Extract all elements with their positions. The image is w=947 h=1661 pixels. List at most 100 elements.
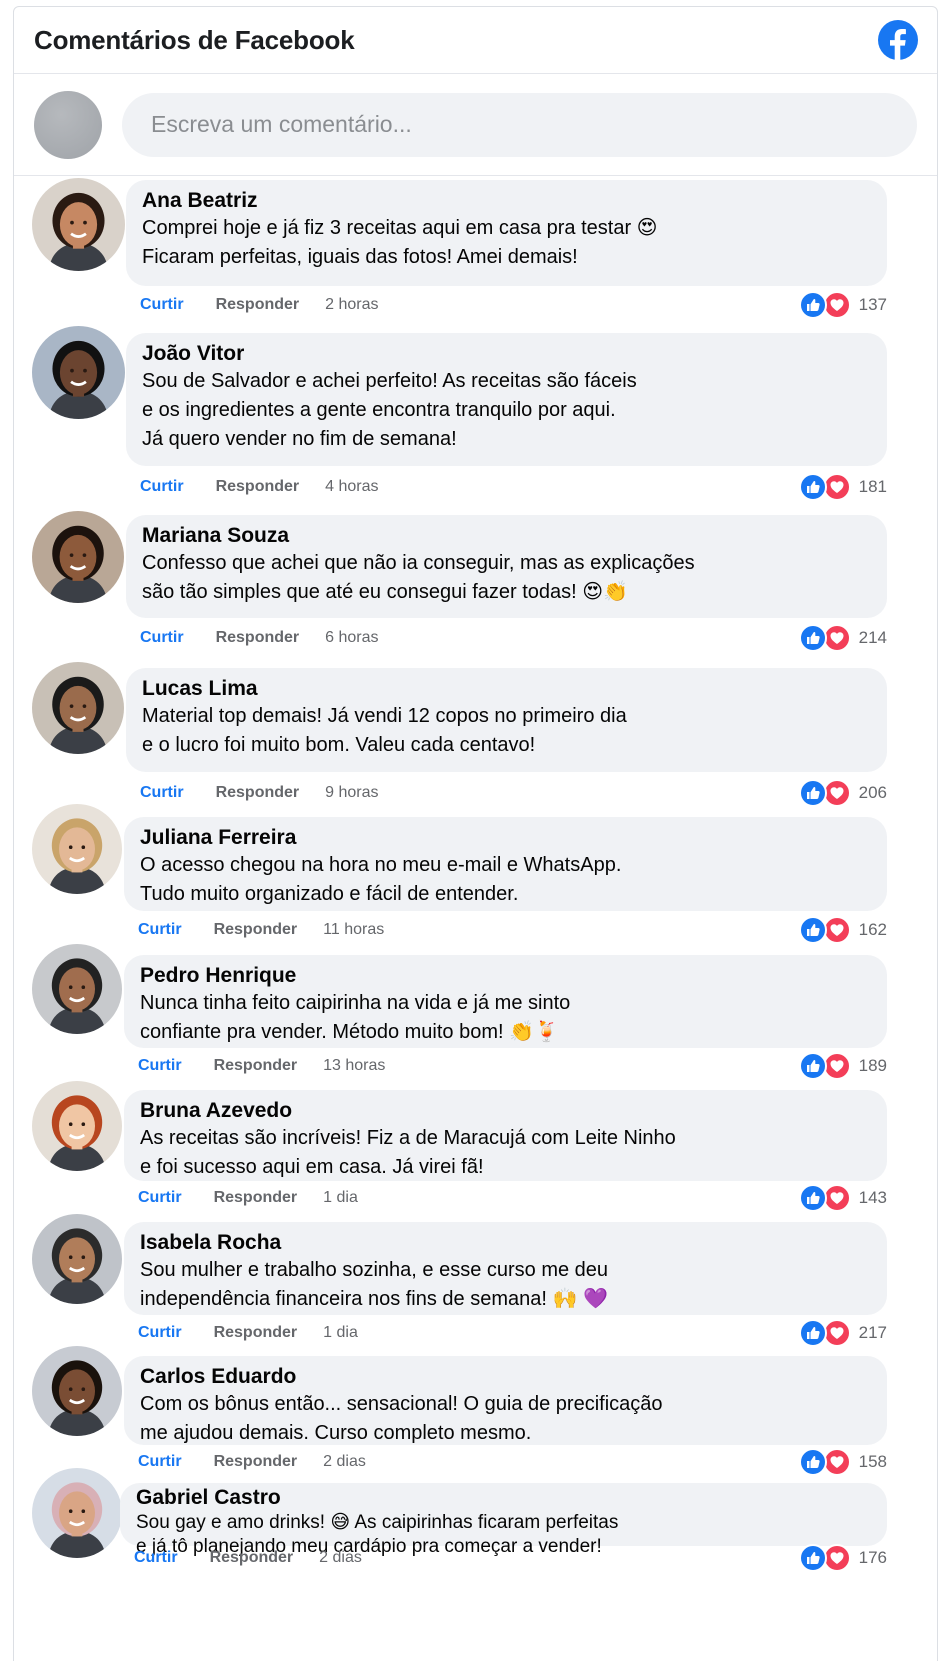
comment-actions: Curtir Responder 11 horas 162 [138, 916, 887, 944]
commenter-avatar[interactable] [32, 662, 124, 754]
reply-button[interactable]: Responder [216, 629, 300, 647]
heart-reaction-icon [822, 1544, 851, 1572]
composer-avatar [34, 90, 102, 159]
reaction-count: 143 [858, 1188, 887, 1207]
reactions-summary[interactable]: 217 [798, 1319, 887, 1347]
reply-button[interactable]: Responder [214, 1453, 298, 1471]
reply-button[interactable]: Responder [216, 478, 300, 496]
commenter-avatar[interactable] [32, 1081, 122, 1171]
comment-author[interactable]: Gabriel Castro [136, 1485, 871, 1511]
comment-author[interactable]: Mariana Souza [142, 523, 871, 549]
comment-actions: Curtir Responder 2 dias 158 [138, 1448, 887, 1476]
comment-text: Material top demais! Já vendi 12 copos n… [142, 705, 627, 756]
commenter-avatar[interactable] [32, 511, 124, 603]
comment-input[interactable]: Escreva um comentário... [122, 92, 917, 157]
like-button[interactable]: Curtir [138, 1324, 182, 1342]
like-reaction-icon [798, 291, 827, 319]
like-button[interactable]: Curtir [140, 784, 184, 802]
heart-reaction-icon [822, 1448, 851, 1476]
reply-button[interactable]: Responder [216, 296, 300, 314]
comment-actions: Curtir Responder 1 dia 217 [138, 1319, 887, 1347]
comment-timestamp: 2 dias [319, 1549, 362, 1566]
commenter-avatar[interactable] [32, 804, 122, 894]
heart-reaction-icon [822, 291, 851, 319]
comment-author[interactable]: Carlos Eduardo [140, 1364, 871, 1390]
commenter-avatar[interactable] [32, 944, 122, 1034]
reaction-count: 158 [858, 1452, 887, 1471]
reply-button[interactable]: Responder [214, 1189, 298, 1207]
like-button[interactable]: Curtir [138, 1453, 182, 1471]
reaction-count: 217 [858, 1323, 887, 1342]
comment-timestamp: 2 dias [323, 1453, 366, 1470]
panel-header: Comentários de Facebook [14, 7, 937, 74]
comment-actions: Curtir Responder 9 horas 206 [140, 779, 887, 807]
comment-text: Sou de Salvador e achei perfeito! As rec… [142, 370, 637, 450]
heart-reaction-icon [822, 473, 851, 501]
reaction-count: 181 [858, 477, 887, 496]
comment-author[interactable]: Isabela Rocha [140, 1230, 871, 1256]
reaction-count: 137 [858, 295, 887, 314]
comment-bubble: Bruna Azevedo As receitas são incríveis! … [124, 1090, 887, 1181]
commenter-avatar[interactable] [32, 326, 125, 419]
like-button[interactable]: Curtir [140, 296, 184, 314]
reactions-summary[interactable]: 143 [798, 1184, 887, 1212]
like-button[interactable]: Curtir [138, 921, 182, 939]
commenter-avatar[interactable] [32, 1214, 122, 1304]
comment-author[interactable]: Ana Beatriz [142, 188, 871, 214]
reply-button[interactable]: Responder [216, 784, 300, 802]
reactions-summary[interactable]: 206 [798, 779, 887, 807]
comment-timestamp: 6 horas [325, 629, 379, 646]
reactions-summary[interactable]: 158 [798, 1448, 887, 1476]
heart-reaction-icon [822, 779, 851, 807]
comment-timestamp: 2 horas [325, 296, 379, 313]
like-button[interactable]: Curtir [134, 1549, 178, 1567]
commenter-avatar[interactable] [32, 178, 125, 271]
commenter-avatar[interactable] [32, 1346, 122, 1436]
reply-button[interactable]: Responder [214, 1057, 298, 1075]
reactions-summary[interactable]: 189 [798, 1052, 887, 1080]
comment-bubble: Carlos Eduardo Com os bônus então... sens… [124, 1356, 887, 1445]
comment-author[interactable]: Pedro Henrique [140, 963, 871, 989]
heart-reaction-icon [822, 1052, 851, 1080]
heart-reaction-icon [822, 1319, 851, 1347]
comment-timestamp: 11 horas [323, 921, 385, 938]
comment-author[interactable]: Juliana Ferreira [140, 825, 871, 851]
reply-button[interactable]: Responder [214, 1324, 298, 1342]
reply-button[interactable]: Responder [210, 1549, 294, 1567]
comment-text: Sou mulher e trabalho sozinha, e esse cu… [140, 1259, 609, 1310]
comment-bubble: Lucas Lima Material top demais! Já vendi … [126, 668, 887, 772]
comment-actions: Curtir Responder 2 dias 176 [134, 1544, 887, 1572]
reactions-summary[interactable]: 176 [798, 1544, 887, 1572]
like-reaction-icon [798, 1544, 827, 1572]
commenter-avatar[interactable] [32, 1468, 122, 1558]
comment-author[interactable]: Bruna Azevedo [140, 1098, 871, 1124]
comment-bubble: Isabela Rocha Sou mulher e trabalho sozin… [124, 1222, 887, 1315]
comment-text: As receitas são incríveis! Fiz a de Mara… [140, 1127, 676, 1178]
reactions-summary[interactable]: 137 [798, 291, 887, 319]
like-reaction-icon [798, 624, 827, 652]
reactions-summary[interactable]: 162 [798, 916, 887, 944]
comment-timestamp: 1 dia [323, 1324, 358, 1341]
like-button[interactable]: Curtir [138, 1057, 182, 1075]
reaction-count: 189 [858, 1056, 887, 1075]
comment-bubble: Ana Beatriz Comprei hoje e já fiz 3 recei… [126, 180, 887, 286]
comment-bubble: Gabriel Castro Sou gay e amo drinks! 😅 As… [120, 1483, 887, 1557]
reaction-count: 162 [858, 920, 887, 939]
heart-reaction-icon [822, 1184, 851, 1212]
comment-author[interactable]: Lucas Lima [142, 676, 871, 702]
panel-title: Comentários de Facebook [34, 24, 355, 55]
comment-timestamp: 1 dia [323, 1189, 358, 1206]
like-reaction-icon [798, 1319, 827, 1347]
reactions-summary[interactable]: 214 [798, 624, 887, 652]
reaction-count: 176 [858, 1548, 887, 1567]
like-button[interactable]: Curtir [140, 478, 184, 496]
like-reaction-icon [798, 473, 827, 501]
like-button[interactable]: Curtir [138, 1189, 182, 1207]
reply-button[interactable]: Responder [214, 921, 298, 939]
like-button[interactable]: Curtir [140, 629, 184, 647]
comment-timestamp: 9 horas [325, 784, 379, 801]
comment-author[interactable]: João Vitor [142, 341, 871, 367]
like-reaction-icon [798, 1448, 827, 1476]
reactions-summary[interactable]: 181 [798, 473, 887, 501]
like-reaction-icon [798, 1052, 827, 1080]
